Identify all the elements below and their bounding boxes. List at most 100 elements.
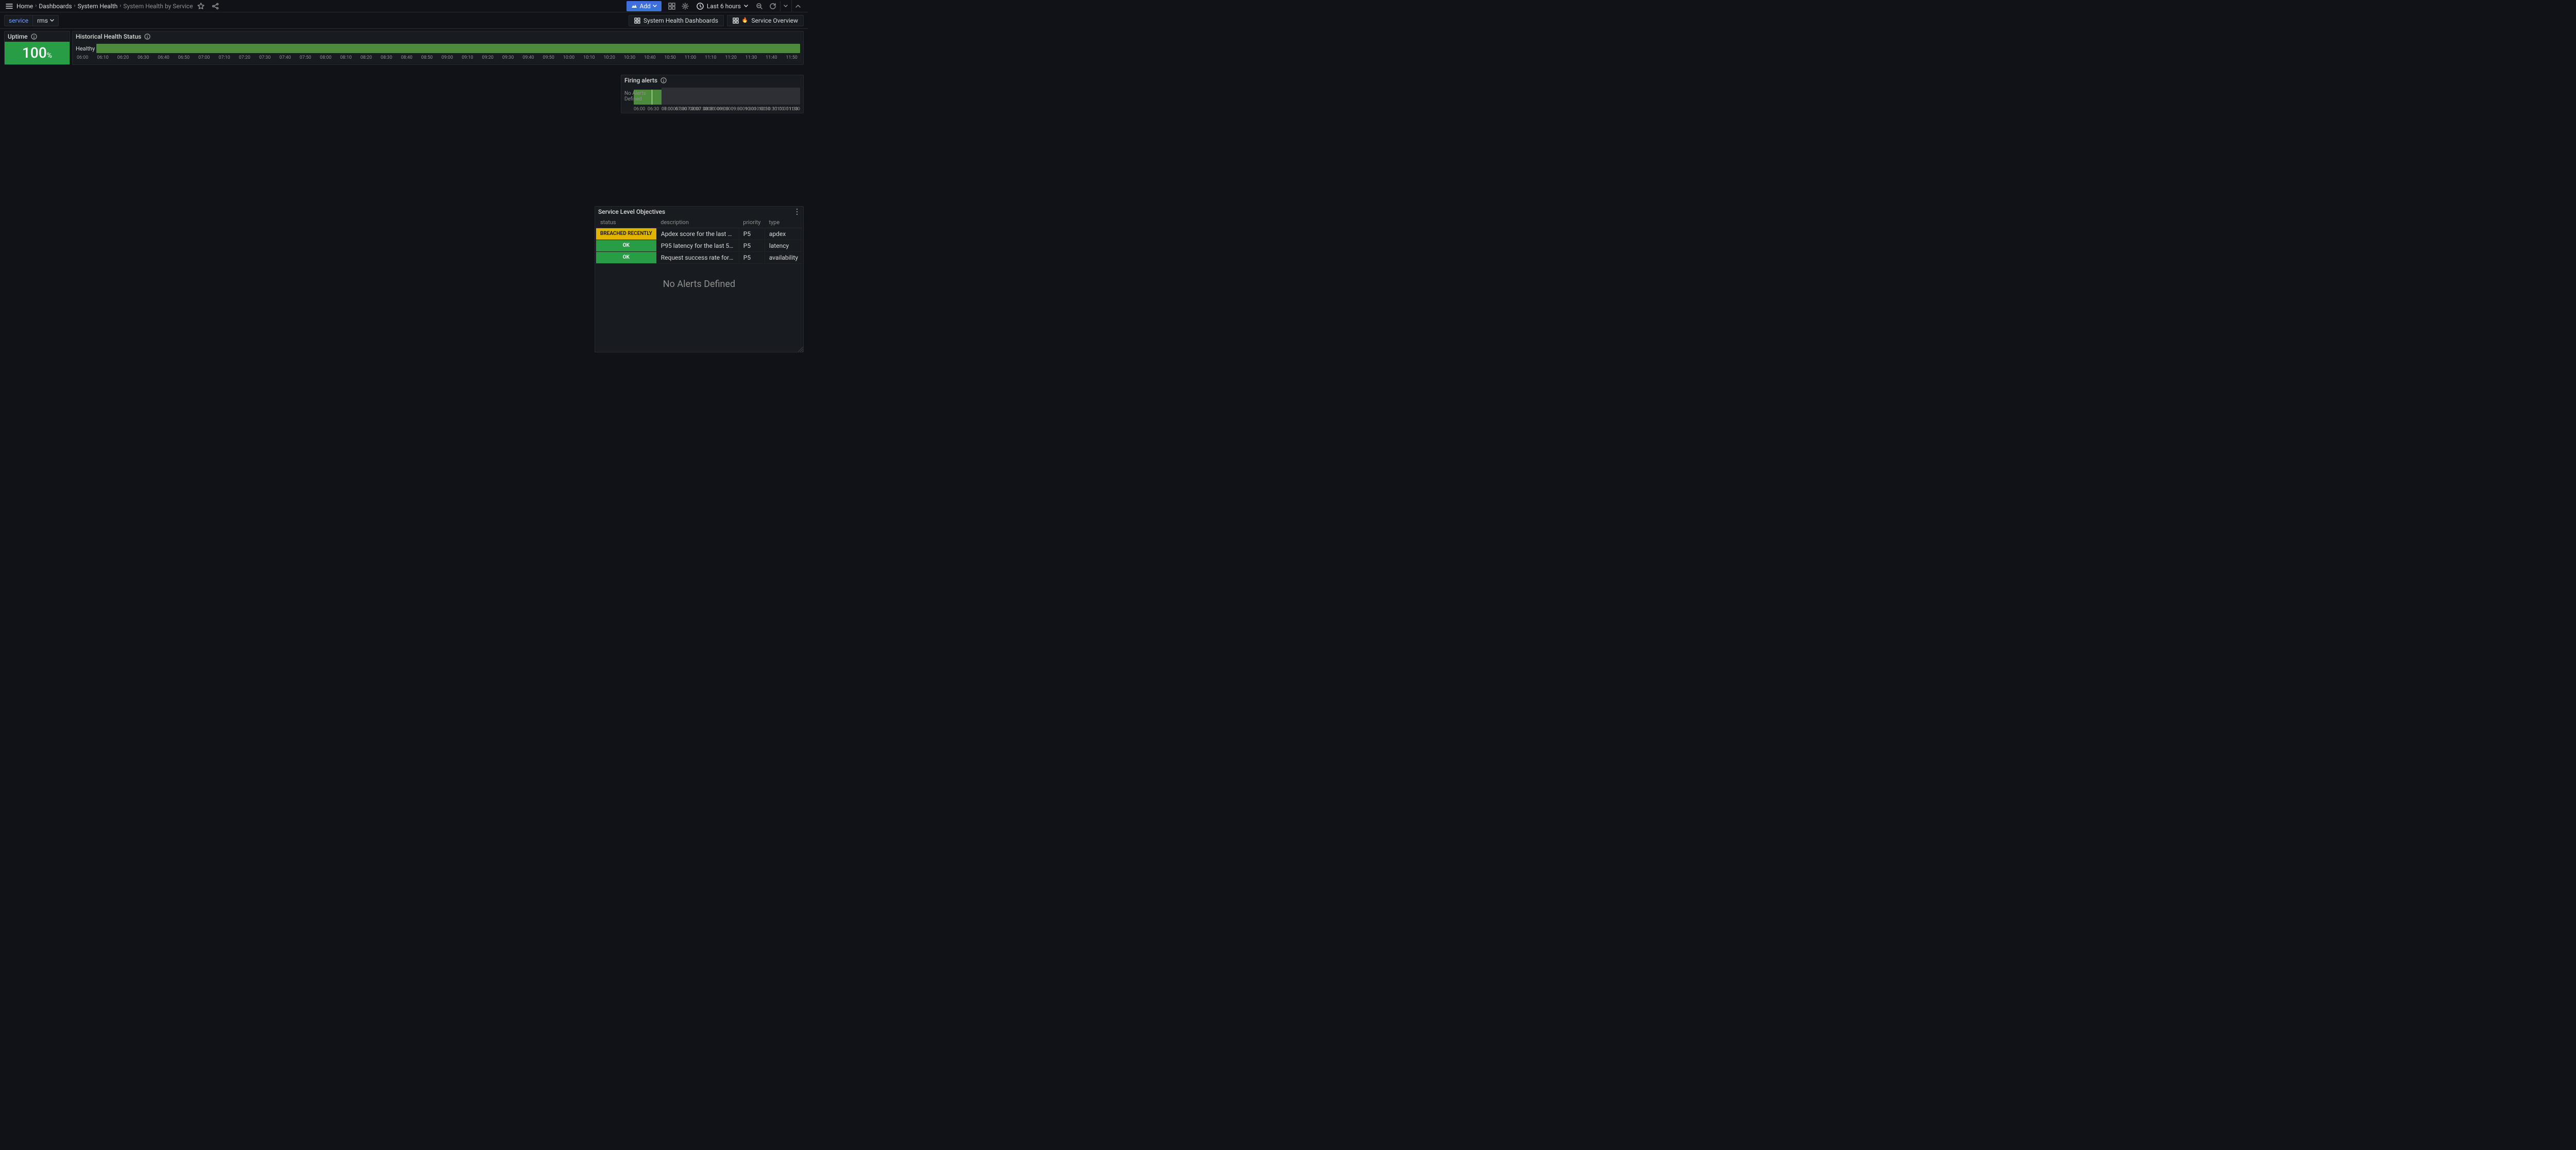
topbar: Home › Dashboards › System Health › Syst…: [0, 0, 808, 12]
info-icon[interactable]: [144, 33, 150, 40]
tick-label: 08:40: [401, 55, 412, 60]
tick-label: 06:20: [117, 55, 129, 60]
tick-label: 08:10: [340, 55, 351, 60]
chevron-up-icon[interactable]: [791, 0, 804, 12]
link-label: Service Overview: [751, 17, 798, 24]
panel-historical-health: Historical Health Status Healthy 06:0006…: [72, 31, 804, 65]
tick-label: 11:00: [685, 55, 696, 60]
share-icon[interactable]: [209, 0, 222, 12]
tick-label: 11:30: [789, 107, 800, 112]
time-range-button[interactable]: Last 6 hours: [692, 2, 752, 11]
gear-icon[interactable]: [679, 0, 691, 12]
tick-label: 06:40: [158, 55, 169, 60]
link-service-overview[interactable]: 🔥 Service Overview: [727, 15, 804, 26]
tick-label: 09:50: [543, 55, 554, 60]
tick-label: 11:00: [777, 107, 788, 112]
chevron-right-icon: ›: [74, 3, 76, 9]
tick-label: 08:50: [421, 55, 433, 60]
info-icon[interactable]: [31, 33, 37, 40]
tick-label: 08:00: [320, 55, 331, 60]
tick-label: 08:20: [361, 55, 372, 60]
variable-select-service[interactable]: rms: [32, 15, 59, 26]
uptime-value: 100: [22, 44, 47, 61]
tick-label: 07:10: [218, 55, 230, 60]
timeline-ticks: 06:00 06:10 06:20 06:30 06:40 06:50 07:00 07:10…: [76, 55, 799, 60]
grid-icon[interactable]: [666, 0, 678, 12]
tick-label: 10:30: [624, 55, 635, 60]
panel-header[interactable]: Historical Health Status: [73, 31, 803, 42]
timeline-ticks: 06:0006:3007:0007:3008:0008:3009:0009:30…: [624, 107, 800, 112]
chevron-right-icon: ›: [120, 3, 121, 9]
tick-label: 06:00: [662, 107, 673, 112]
variable-row: service rms System Health Dashboards 🔥 S…: [0, 12, 808, 29]
topbar-right: Add Last 6 hours: [626, 0, 804, 12]
series-label-no-alerts: No Alerts Defined: [624, 88, 662, 105]
tick-label: 06:30: [673, 107, 684, 112]
fire-icon: 🔥: [742, 18, 748, 23]
info-icon[interactable]: [660, 77, 667, 83]
tick-label: 09:10: [462, 55, 473, 60]
health-bar: [96, 44, 800, 53]
breadcrumb-dashboards[interactable]: Dashboards: [39, 3, 72, 10]
tick-label: 10:30: [766, 107, 777, 112]
tick-label: 07:40: [279, 55, 291, 60]
breadcrumb-system-health[interactable]: System Health: [78, 3, 118, 10]
tick-label: 10:00: [563, 55, 574, 60]
panel-header[interactable]: Uptime: [5, 31, 70, 42]
link-system-health-dashboards[interactable]: System Health Dashboards: [629, 15, 724, 26]
tick-label: 09:00: [442, 55, 453, 60]
tick-label: 07:30: [696, 107, 707, 112]
tick-label: 07:50: [300, 55, 311, 60]
tick-label: 06:00: [77, 55, 88, 60]
panel-header[interactable]: Firing alerts: [621, 75, 803, 86]
tick-label: 09:30: [742, 107, 754, 112]
tick-label: 11:20: [725, 55, 736, 60]
panel-application-alerts: Application alerts No Alerts Defined: [595, 206, 804, 353]
panel-header[interactable]: Service Level Objectives: [595, 207, 803, 217]
breadcrumb-home[interactable]: Home: [16, 3, 33, 10]
tick-label: 08:30: [719, 107, 731, 112]
firing-chart: No Alerts Defined 06:0006:3007:0007:3008…: [621, 86, 803, 113]
tick-label: 11:50: [786, 55, 797, 60]
star-icon[interactable]: [195, 0, 207, 12]
breadcrumb-current: System Health by Service: [123, 3, 193, 10]
tick-label: 10:10: [583, 55, 595, 60]
tick-label: 08:30: [381, 55, 392, 60]
firing-bar: [662, 88, 800, 105]
tick-label: 10:20: [604, 55, 615, 60]
tick-label: 07:00: [198, 55, 210, 60]
add-button[interactable]: Add: [626, 1, 661, 11]
panel-firing-alerts: Firing alerts No Alerts Defined 06:0006:…: [621, 75, 804, 113]
tick-label: 06:10: [97, 55, 108, 60]
tick-label: 07:20: [239, 55, 250, 60]
panel-menu-icon[interactable]: [794, 208, 800, 215]
tick-label: 06:30: [138, 55, 149, 60]
tick-label: 10:00: [754, 107, 765, 112]
chevron-right-icon: ›: [35, 3, 37, 9]
tick-label: 11:30: [745, 55, 757, 60]
menu-icon[interactable]: [4, 1, 14, 11]
no-data-message: No Alerts Defined: [663, 279, 735, 290]
tick-label: 06:50: [178, 55, 190, 60]
refresh-interval-caret[interactable]: [780, 1, 790, 11]
variable-label-service: service: [4, 15, 32, 26]
variable-value: rms: [37, 17, 48, 24]
tick-label: 11:40: [766, 55, 777, 60]
tick-label: 07:00: [685, 107, 696, 112]
refresh-icon[interactable]: [767, 0, 779, 12]
zoom-out-icon[interactable]: [753, 0, 766, 12]
tick-label: 11:10: [705, 55, 716, 60]
tick-label: 09:40: [522, 55, 534, 60]
series-label-healthy: Healthy: [76, 44, 96, 53]
add-label: Add: [639, 3, 650, 10]
historical-chart: Healthy 06:00 06:10 06:20 06:30 06:40 06:50 07…: [73, 42, 803, 64]
tick-label: 07:30: [259, 55, 270, 60]
uptime-value-box: 100%: [5, 42, 70, 64]
tick-label: 09:20: [482, 55, 494, 60]
panel-title: Uptime: [8, 33, 28, 40]
tick-label: 10:40: [644, 55, 655, 60]
panel-title: Historical Health Status: [76, 33, 141, 40]
panel-title: Firing alerts: [624, 77, 657, 84]
breadcrumb: Home › Dashboards › System Health › Syst…: [16, 3, 193, 10]
dashboard-grid: Uptime 100% Historical Health Status Hea…: [0, 29, 808, 354]
